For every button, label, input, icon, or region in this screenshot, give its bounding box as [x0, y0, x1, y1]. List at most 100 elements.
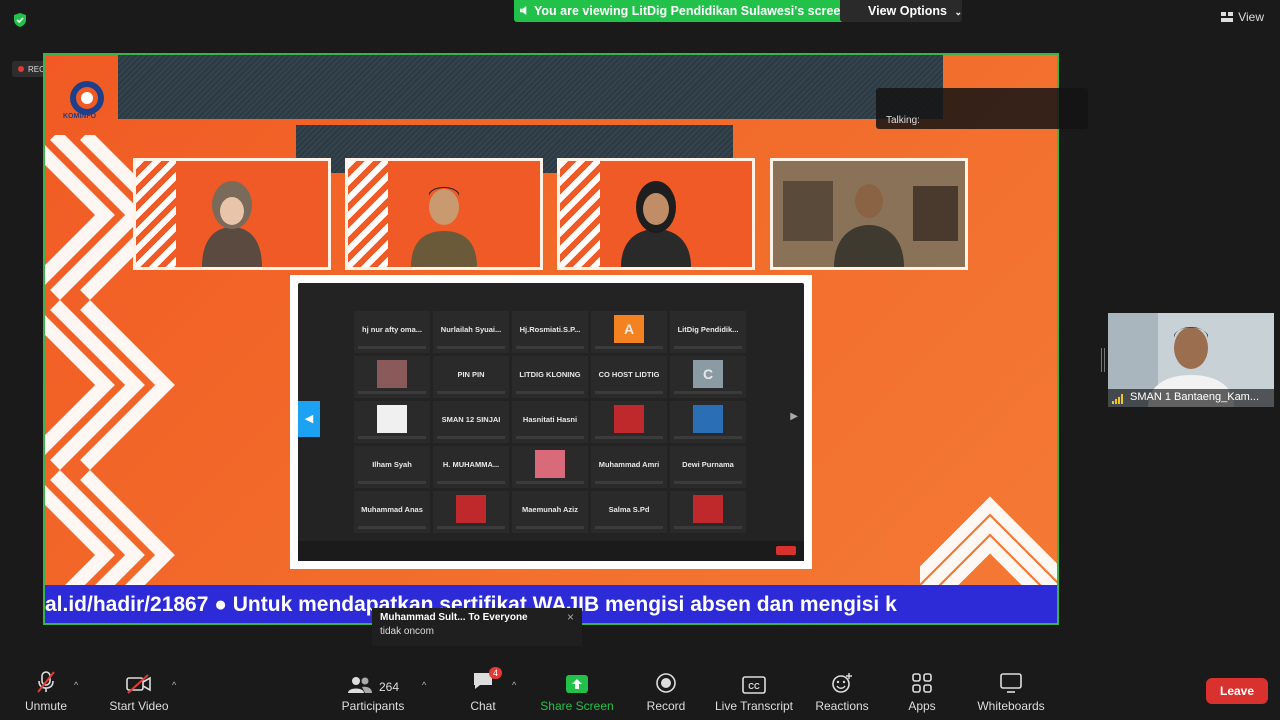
inner-participant-cell: C	[670, 356, 746, 398]
view-button[interactable]: View	[1221, 10, 1264, 24]
speaker-tile[interactable]	[345, 158, 543, 270]
view-options-button[interactable]: View Options ⌄	[840, 0, 962, 22]
person-video-icon	[411, 187, 477, 267]
speaker-tile[interactable]	[133, 158, 331, 270]
avatar	[535, 450, 565, 478]
inner-participant-name: LITDIG KLONING	[519, 370, 581, 379]
inner-participant-subtitle	[358, 526, 426, 529]
decorative-stripe	[136, 161, 176, 267]
unmute-label: Unmute	[24, 699, 68, 713]
inner-participant-cell: H. MUHAMMA...	[433, 446, 509, 488]
inner-zoom-screenshot: ◀ ▶ hj nur afty oma... Nurlailah Syuai...…	[290, 275, 812, 569]
apps-button[interactable]: Apps	[900, 664, 944, 720]
record-button[interactable]: Record	[642, 664, 690, 720]
apps-icon	[912, 673, 932, 693]
inner-participant-name: H. MUHAMMA...	[442, 460, 500, 469]
avatar	[693, 495, 723, 523]
inner-participant-name: Muhammad Amri	[598, 460, 660, 469]
talking-indicator: Talking:	[876, 88, 1088, 129]
chat-message-popup[interactable]: Muhammad Sult... To Everyone tidak oncom…	[372, 608, 582, 646]
inner-participant-cell	[354, 356, 430, 398]
person-video-icon	[621, 181, 691, 267]
inner-participant-cell: Muhammad Anas	[354, 491, 430, 533]
inner-participant-subtitle	[595, 481, 663, 484]
inner-participant-subtitle	[437, 391, 505, 394]
top-bar: You are viewing LitDig Pendidikan Sulawe…	[0, 0, 1280, 40]
inner-participant-cell: Ilham Syah	[354, 446, 430, 488]
inner-participant-cell: LitDig Pendidik...	[670, 311, 746, 353]
inner-participant-subtitle	[595, 391, 663, 394]
avatar: A	[614, 315, 644, 343]
viewing-screen-banner: You are viewing LitDig Pendidikan Sulawe…	[514, 0, 858, 22]
inner-participant-cell: LITDIG KLONING	[512, 356, 588, 398]
inner-participant-cell: Dewi Purnama	[670, 446, 746, 488]
inner-participant-cell: Muhammad Amri	[591, 446, 667, 488]
inner-toolbar	[298, 541, 804, 561]
inner-participant-subtitle	[674, 436, 742, 439]
inner-participant-subtitle	[358, 481, 426, 484]
inner-participant-subtitle	[674, 391, 742, 394]
inner-participant-subtitle	[358, 346, 426, 349]
speaker-tile[interactable]	[557, 158, 755, 270]
grid-view-icon	[1221, 12, 1234, 22]
inner-participant-name: LitDig Pendidik...	[677, 325, 739, 334]
logo-text: KOMINFO	[63, 113, 97, 120]
shared-screen[interactable]: KOMINFO ◀ ▶ hj nur afty oma... Nurlailah …	[43, 53, 1059, 625]
audio-options-caret[interactable]: ^	[74, 680, 78, 690]
inner-participant-subtitle	[595, 436, 663, 439]
inner-participant-name: Salma S.Pd	[608, 505, 650, 514]
participants-options-caret[interactable]: ^	[422, 680, 426, 690]
inner-participant-name: hj nur afty oma...	[361, 325, 422, 334]
participants-button[interactable]: 264 Participants	[338, 664, 408, 720]
record-icon	[656, 673, 676, 693]
inner-participant-cell: Maemunah Aziz	[512, 491, 588, 533]
inner-participant-subtitle	[516, 436, 584, 439]
share-screen-button[interactable]: Share Screen	[538, 664, 616, 720]
unmute-button[interactable]: Unmute	[16, 664, 76, 720]
inner-participant-subtitle	[674, 346, 742, 349]
inner-leave-button	[776, 546, 796, 555]
viewing-screen-text: You are viewing LitDig Pendidikan Sulawe…	[534, 4, 848, 18]
inner-participant-subtitle	[437, 346, 505, 349]
avatar	[614, 405, 644, 433]
panel-resize-handle[interactable]	[1101, 348, 1105, 372]
share-screen-label: Share Screen	[540, 699, 614, 713]
chat-options-caret[interactable]: ^	[512, 680, 516, 690]
security-shield-icon[interactable]	[12, 12, 28, 28]
inner-participant-cell: PIN PIN	[433, 356, 509, 398]
whiteboard-icon	[1000, 673, 1022, 693]
zoom-meeting-window: You are viewing LitDig Pendidikan Sulawe…	[0, 0, 1280, 720]
whiteboards-button[interactable]: Whiteboards	[972, 664, 1050, 720]
inner-participant-name: Maemunah Aziz	[522, 505, 578, 514]
decorative-stripe	[348, 161, 388, 267]
inner-participant-cell: Hj.Rosmiati.S.P...	[512, 311, 588, 353]
inner-participant-subtitle	[674, 481, 742, 484]
close-icon[interactable]: ×	[567, 610, 574, 624]
start-video-button[interactable]: Start Video	[104, 664, 174, 720]
inner-participant-cell: A	[591, 311, 667, 353]
start-video-label: Start Video	[109, 699, 169, 713]
inner-participant-cell	[512, 446, 588, 488]
inner-participant-name: Muhammad Anas	[361, 505, 423, 514]
share-screen-icon	[566, 675, 588, 693]
participants-icon	[347, 677, 372, 693]
live-transcript-button[interactable]: CC Live Transcript	[712, 664, 796, 720]
record-dot-icon	[18, 66, 24, 72]
view-label: View	[1238, 10, 1264, 24]
speaker-tile[interactable]	[770, 158, 968, 270]
inner-participant-name: Dewi Purnama	[682, 460, 734, 469]
inner-participant-subtitle	[516, 526, 584, 529]
chevron-down-icon: ⌄	[954, 7, 962, 17]
inner-participant-subtitle	[358, 391, 426, 394]
reactions-button[interactable]: Reactions	[812, 664, 872, 720]
inner-participant-subtitle	[674, 526, 742, 529]
leave-button[interactable]: Leave	[1206, 678, 1268, 704]
self-video-tile[interactable]: SMAN 1 Bantaeng_Kam...	[1108, 313, 1274, 407]
participant-count: 264	[378, 680, 400, 694]
avatar	[377, 360, 407, 388]
video-options-caret[interactable]: ^	[172, 680, 176, 690]
closed-caption-icon: CC	[742, 676, 766, 694]
inner-participant-cell: Salma S.Pd	[591, 491, 667, 533]
inner-prev-page-button: ◀	[298, 401, 320, 437]
chat-button[interactable]: 4 Chat	[458, 664, 508, 720]
